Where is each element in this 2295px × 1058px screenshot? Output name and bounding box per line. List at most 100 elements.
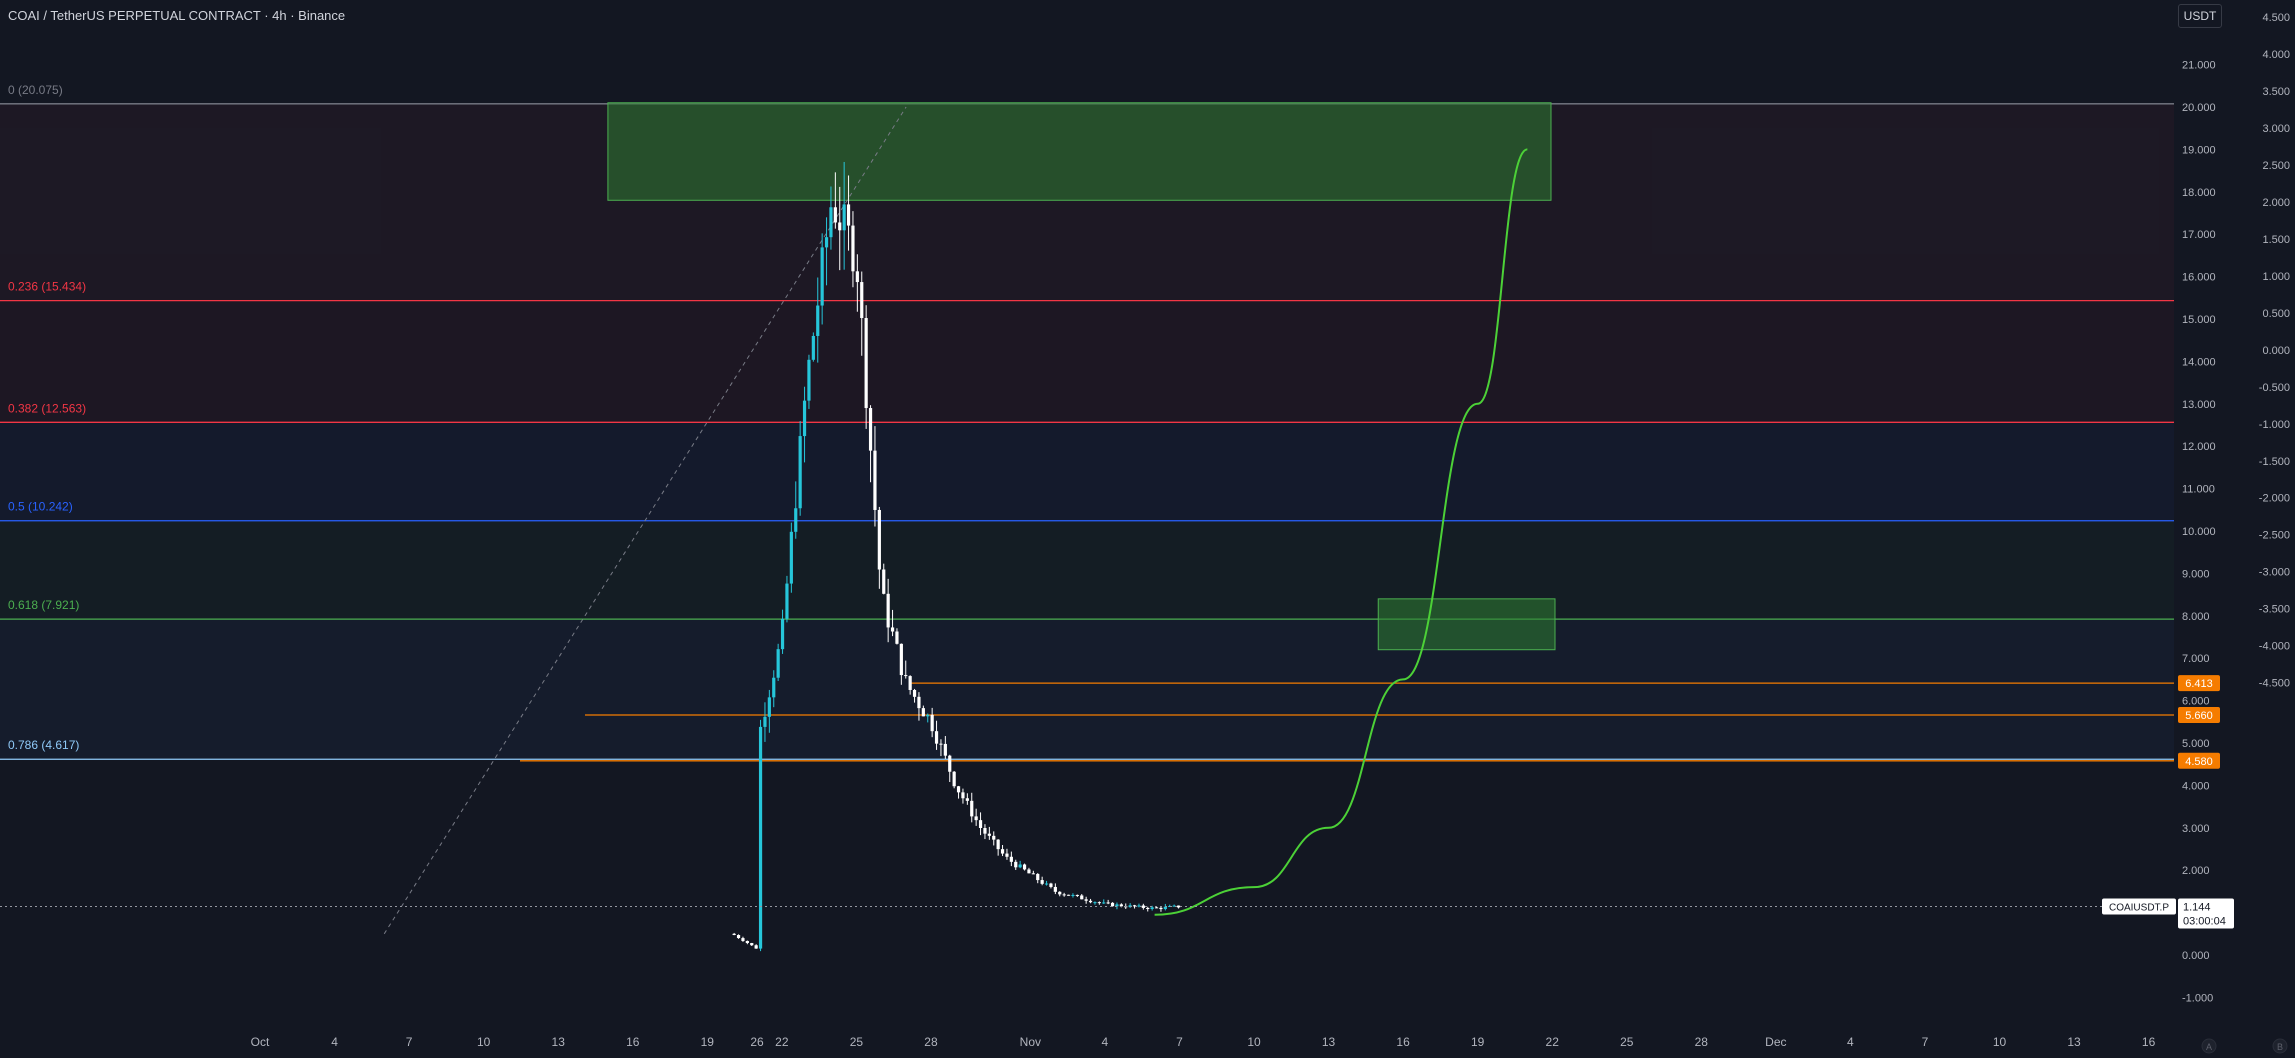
price-tick-left: 4.000 bbox=[2182, 780, 2210, 792]
price-tick-right: -4.000 bbox=[2259, 641, 2290, 653]
candle-body bbox=[1009, 856, 1013, 862]
candle-body bbox=[833, 207, 837, 223]
candle-body bbox=[1150, 907, 1154, 910]
candle-body bbox=[908, 676, 912, 690]
candle-body bbox=[1022, 864, 1027, 870]
candle-body bbox=[1106, 902, 1110, 904]
candle-body bbox=[899, 643, 903, 676]
candle-body bbox=[978, 820, 983, 829]
candle-body bbox=[1084, 899, 1088, 901]
candle-body bbox=[948, 755, 952, 772]
candle-body bbox=[767, 697, 771, 717]
price-tick-left: 17.000 bbox=[2182, 229, 2216, 241]
candle-body bbox=[877, 509, 881, 570]
candle-body bbox=[1146, 907, 1150, 910]
candle-body bbox=[838, 222, 842, 231]
candle-body bbox=[1049, 883, 1053, 887]
target-zone bbox=[1377, 598, 1556, 651]
candle-body bbox=[829, 207, 833, 238]
time-tick: 22 bbox=[1546, 1035, 1560, 1049]
candle-body bbox=[864, 318, 868, 409]
candle-body bbox=[868, 408, 873, 451]
candle-body bbox=[1044, 883, 1049, 885]
candle-body bbox=[860, 282, 864, 319]
candle-body bbox=[882, 569, 886, 594]
time-tick: 13 bbox=[2067, 1035, 2081, 1049]
time-tick: 13 bbox=[552, 1035, 566, 1049]
time-tick: 7 bbox=[1176, 1035, 1183, 1049]
candle-body bbox=[1141, 905, 1145, 908]
candle-body bbox=[750, 943, 754, 946]
candle-body bbox=[996, 839, 1000, 850]
price-tick-right: 2.500 bbox=[2262, 160, 2290, 172]
candle-body bbox=[846, 204, 851, 226]
time-tick: 10 bbox=[1993, 1035, 2007, 1049]
symbol-label: COAIUSDT.P bbox=[2109, 902, 2169, 913]
candle-body bbox=[1031, 873, 1035, 875]
candle-body bbox=[1005, 853, 1009, 857]
candle-body bbox=[1159, 907, 1163, 910]
candle-body bbox=[912, 689, 917, 697]
price-tick-left: -1.000 bbox=[2182, 992, 2213, 1004]
time-tick: Dec bbox=[1765, 1035, 1786, 1049]
time-tick: 4 bbox=[331, 1035, 338, 1049]
candle-body bbox=[895, 631, 899, 644]
candle-body bbox=[1058, 891, 1062, 895]
fib-label: 0 (20.075) bbox=[8, 83, 63, 97]
price-tick-left: 13.000 bbox=[2182, 399, 2216, 411]
price-tick-left: 21.000 bbox=[2182, 60, 2216, 72]
time-tick: 25 bbox=[850, 1035, 864, 1049]
fib-label: 0.236 (15.434) bbox=[8, 280, 86, 294]
chart-stage[interactable]: COAI / TetherUS PERPETUAL CONTRACT · 4h … bbox=[0, 0, 2295, 1058]
time-tick: 28 bbox=[1695, 1035, 1709, 1049]
time-tick: 25 bbox=[1620, 1035, 1634, 1049]
candle-body bbox=[758, 726, 763, 949]
candle-body bbox=[763, 716, 767, 727]
price-tick-left: 7.000 bbox=[2182, 653, 2210, 665]
candle-body bbox=[816, 305, 820, 336]
candle-body bbox=[772, 677, 776, 698]
candle-body bbox=[956, 786, 961, 793]
time-tick: 22 bbox=[775, 1035, 789, 1049]
candle-body bbox=[1176, 905, 1181, 908]
time-tick: Oct bbox=[251, 1035, 270, 1049]
candle-body bbox=[741, 938, 745, 941]
price-tick-right: 3.500 bbox=[2262, 86, 2290, 98]
candle-body bbox=[952, 771, 956, 787]
candle-body bbox=[1080, 895, 1084, 900]
candle-body bbox=[1102, 902, 1106, 904]
time-tick: 7 bbox=[1922, 1035, 1929, 1049]
corner-mark-label: B bbox=[2277, 1042, 2283, 1052]
candle-body bbox=[1075, 894, 1079, 896]
price-tick-left: 10.000 bbox=[2182, 526, 2216, 538]
price-tick-right: 2.000 bbox=[2262, 197, 2290, 209]
countdown-label: 03:00:04 bbox=[2183, 915, 2226, 927]
time-tick: 26 bbox=[750, 1035, 764, 1049]
candle-body bbox=[1036, 873, 1040, 881]
price-tick-left: 15.000 bbox=[2182, 314, 2216, 326]
fib-label: 0.382 (12.563) bbox=[8, 401, 86, 415]
candle-body bbox=[811, 335, 815, 360]
price-tick-right: 4.000 bbox=[2262, 49, 2290, 61]
price-tick-right: 0.000 bbox=[2262, 345, 2290, 357]
price-tick-left: 8.000 bbox=[2182, 611, 2210, 623]
price-tick-right: 3.000 bbox=[2262, 123, 2290, 135]
price-tick-left: 6.000 bbox=[2182, 696, 2210, 708]
time-tick: 4 bbox=[1847, 1035, 1854, 1049]
candle-body bbox=[1110, 902, 1115, 907]
current-price-label: 1.144 bbox=[2183, 901, 2211, 913]
price-chart[interactable]: 0 (20.075) 0.236 (15.434) 0.382 (12.563) 0.… bbox=[0, 0, 2295, 1058]
time-tick: 16 bbox=[1396, 1035, 1410, 1049]
candle-body bbox=[1053, 886, 1057, 892]
fib-label: 0.5 (10.242) bbox=[8, 500, 73, 514]
time-tick: 7 bbox=[406, 1035, 413, 1049]
candle-body bbox=[736, 935, 741, 939]
candle-body bbox=[789, 531, 793, 584]
price-tick-left: 18.000 bbox=[2182, 187, 2216, 199]
candle-body bbox=[970, 800, 974, 817]
price-tick-right: 1.000 bbox=[2262, 271, 2290, 283]
time-tick: 19 bbox=[1471, 1035, 1485, 1049]
candle-body bbox=[1027, 869, 1031, 874]
price-tick-left: 11.000 bbox=[2182, 484, 2215, 496]
candle-body bbox=[1163, 906, 1167, 910]
